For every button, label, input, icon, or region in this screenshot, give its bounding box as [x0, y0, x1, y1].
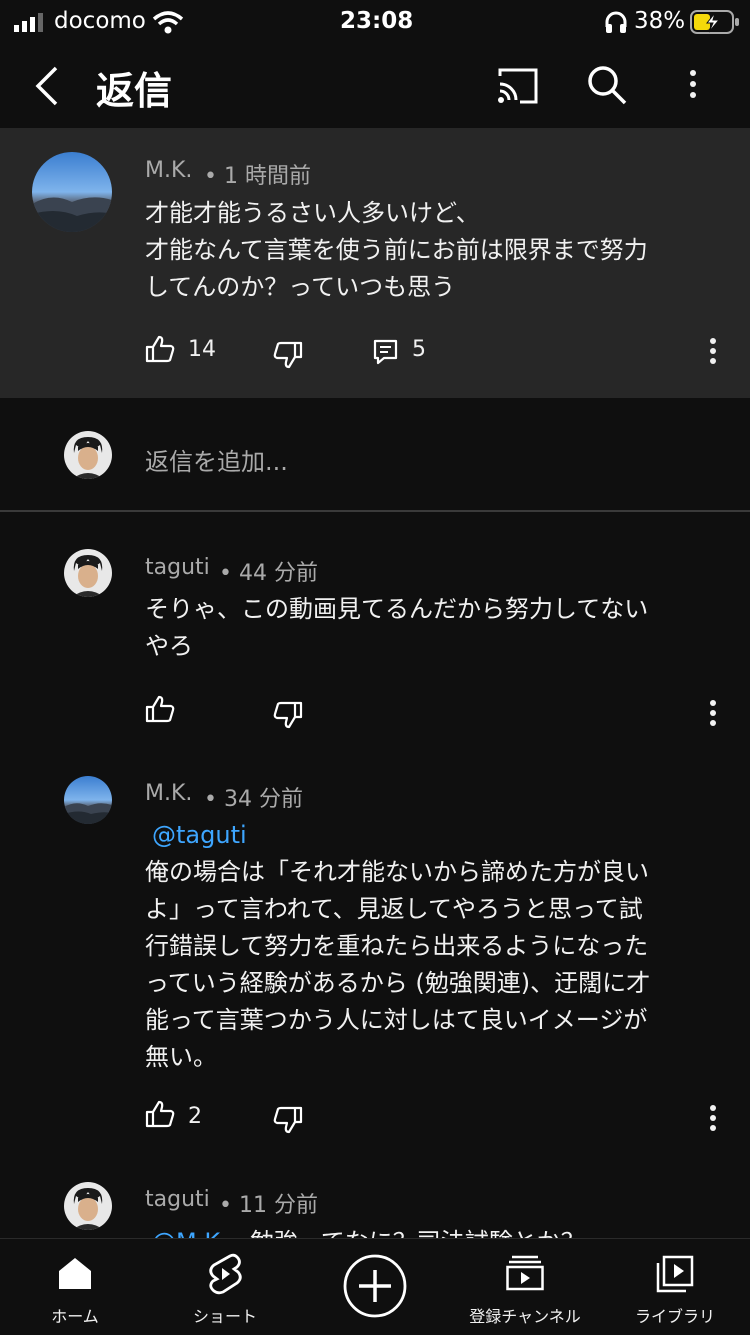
status-bar: docomo 23:08 38% — [0, 0, 750, 44]
add-reply-row[interactable]: 返信を追加... — [0, 398, 750, 510]
reply-more-icon[interactable] — [710, 700, 716, 728]
nav-subscriptions-label: 登録チャンネル — [469, 1307, 581, 1326]
dislike-icon[interactable] — [273, 340, 303, 370]
reply-item: taguti • 44 分前 そりゃ、この動画見てるんだから努力してない やろ — [0, 520, 750, 760]
reply-count: 5 — [412, 337, 426, 362]
comment-more-icon[interactable] — [710, 338, 716, 366]
subscriptions-icon — [506, 1255, 544, 1291]
like-count: 2 — [188, 1104, 202, 1129]
comment-text: 才能才能うるさい人多いけど、 才能なんて言葉を使う前にお前は限界まで努力 してん… — [145, 199, 648, 301]
reply-time: • 44 分前 — [219, 561, 318, 586]
search-icon[interactable] — [586, 64, 628, 106]
main-comment: M.K. • 1 時間前 才能才能うるさい人多いけど、 才能なんて言葉を使う前に… — [0, 128, 750, 398]
battery-icon — [690, 10, 739, 34]
reply-author[interactable]: M.K. — [145, 781, 192, 806]
nav-create[interactable] — [300, 1239, 450, 1335]
page-title: 返信 — [96, 69, 173, 113]
reply-more-icon[interactable] — [710, 1105, 716, 1133]
like-icon[interactable] — [145, 1099, 175, 1129]
comment-author[interactable]: M.K. — [145, 158, 192, 183]
avatar[interactable] — [32, 152, 112, 232]
reply-text: 勉強ってなに？司法試験とか？ — [250, 1224, 585, 1238]
battery-percent: 38% — [634, 8, 686, 34]
reply-input[interactable]: 返信を追加... — [145, 442, 288, 477]
nav-shorts-label: ショート — [192, 1307, 257, 1326]
reply-item: M.K. • 34 分前 @taguti 俺の場合は「それ才能ないから諦めた方が… — [0, 760, 750, 1160]
create-icon — [343, 1254, 407, 1318]
user-avatar — [64, 431, 112, 479]
reply-item: taguti • 11 分前 @M.K. 勉強ってなに？司法試験とか？ — [0, 1160, 750, 1238]
dislike-icon[interactable] — [273, 700, 303, 730]
mention-link[interactable]: @M.K. — [152, 1224, 228, 1238]
back-icon[interactable] — [30, 62, 66, 110]
wifi-icon — [152, 11, 184, 34]
reply-comment-icon[interactable] — [372, 338, 400, 366]
signal-icon — [14, 13, 43, 32]
clock: 23:08 — [340, 8, 414, 34]
reply-text: 俺の場合は「それ才能ないから諦めた方が良い よ」って言われて、見返してやろうと思… — [145, 858, 651, 1071]
library-icon — [656, 1255, 694, 1293]
nav-home[interactable]: ホーム — [0, 1239, 150, 1335]
header-bar: 返信 — [0, 44, 750, 128]
shorts-icon — [209, 1253, 242, 1295]
reply-author[interactable]: taguti — [145, 1187, 210, 1212]
avatar[interactable] — [64, 776, 112, 824]
like-icon[interactable] — [145, 694, 175, 724]
reply-text: そりゃ、この動画見てるんだから努力してない やろ — [145, 595, 649, 660]
like-count: 14 — [188, 337, 216, 362]
like-icon[interactable] — [145, 334, 175, 364]
nav-home-label: ホーム — [51, 1307, 99, 1326]
divider — [0, 510, 750, 512]
reply-author[interactable]: taguti — [145, 555, 210, 580]
home-icon — [59, 1258, 91, 1289]
dislike-icon[interactable] — [273, 1105, 303, 1135]
avatar[interactable] — [64, 1182, 112, 1230]
reply-time: • 11 分前 — [219, 1193, 318, 1218]
avatar[interactable] — [64, 549, 112, 597]
carrier-name: docomo — [54, 8, 146, 34]
nav-subscriptions[interactable]: 登録チャンネル — [450, 1239, 600, 1335]
nav-library-label: ライブラリ — [634, 1307, 715, 1326]
cast-icon[interactable] — [496, 66, 540, 106]
headphones-icon — [605, 11, 627, 33]
comment-time: • 1 時間前 — [204, 164, 311, 189]
nav-shorts[interactable]: ショート — [150, 1239, 300, 1335]
nav-library[interactable]: ライブラリ — [600, 1239, 750, 1335]
more-vert-icon[interactable] — [690, 70, 696, 98]
bottom-nav: ホーム ショート 登録チャンネル ライブラリ — [0, 1238, 750, 1335]
mention-link[interactable]: @taguti — [152, 817, 247, 854]
reply-time: • 34 分前 — [204, 787, 303, 812]
